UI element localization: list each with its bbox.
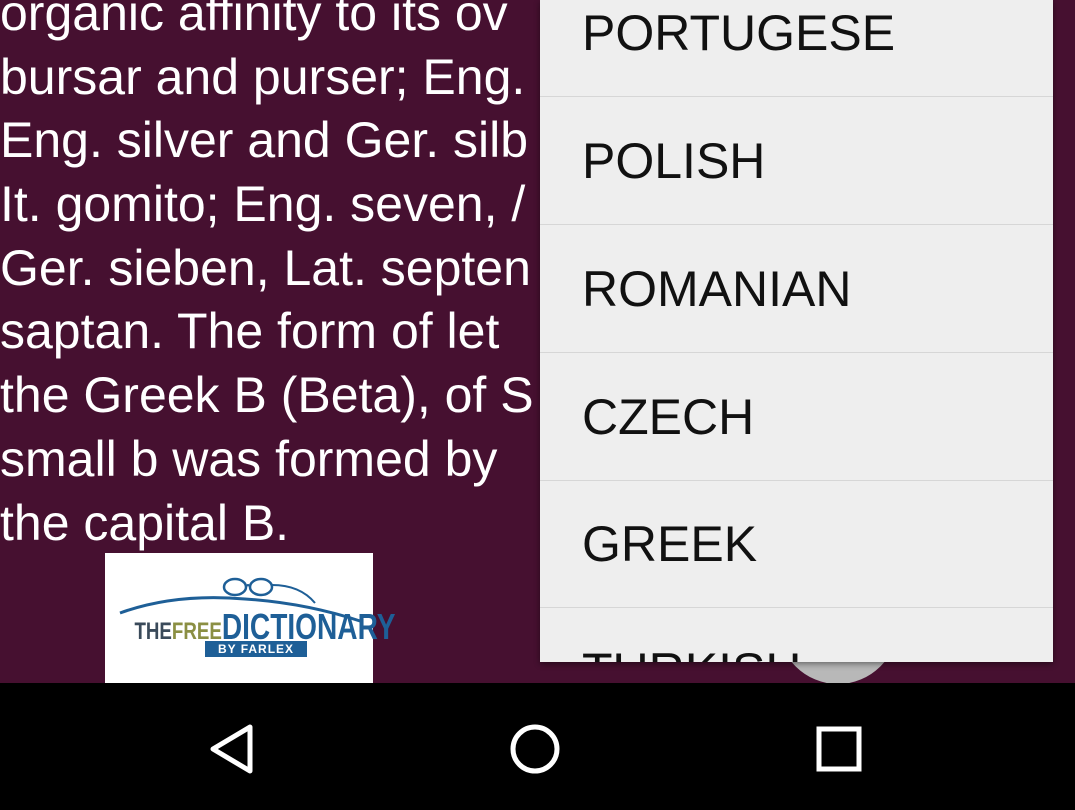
thefreedictionary-logo[interactable]: THEFREEDICTIONARY BY FARLEX	[105, 553, 396, 683]
menu-item-polish[interactable]: POLISH	[540, 98, 1053, 225]
logo-the: THE	[134, 618, 172, 645]
menu-item-czech[interactable]: CZECH	[540, 354, 1053, 481]
logo-byline: BY FARLEX	[205, 641, 307, 657]
menu-item-portugese[interactable]: PORTUGESE	[540, 0, 1053, 97]
article-line: saptan. The form of let	[0, 303, 500, 360]
article-line: organic affinity to its ov	[0, 0, 508, 41]
home-icon[interactable]	[495, 709, 575, 789]
recents-icon[interactable]	[799, 709, 879, 789]
language-dropdown-menu: PORTUGESE POLISH ROMANIAN CZECH GREEK TU…	[540, 0, 1053, 662]
navigation-bar	[0, 683, 1075, 810]
article-line: It. gomito; Eng. seven, /	[0, 176, 526, 233]
menu-item-romanian[interactable]: ROMANIAN	[540, 226, 1053, 353]
article-line: the capital B.	[0, 494, 290, 551]
article-line: the Greek B (Beta), of S	[0, 367, 534, 424]
article-line: Ger. sieben, Lat. septen	[0, 239, 531, 296]
article-line: bursar and purser; Eng.	[0, 48, 526, 105]
menu-item-turkish[interactable]: TURKISH	[540, 608, 1053, 662]
menu-item-greek[interactable]: GREEK	[540, 481, 1053, 608]
back-icon[interactable]	[195, 709, 275, 789]
app-screen: organic affinity to its ov bursar and pu…	[0, 0, 1075, 810]
article-line: Eng. silver and Ger. silb	[0, 112, 529, 169]
article-line: small b was formed by	[0, 430, 498, 487]
article-text: organic affinity to its ov bursar and pu…	[0, 0, 560, 555]
